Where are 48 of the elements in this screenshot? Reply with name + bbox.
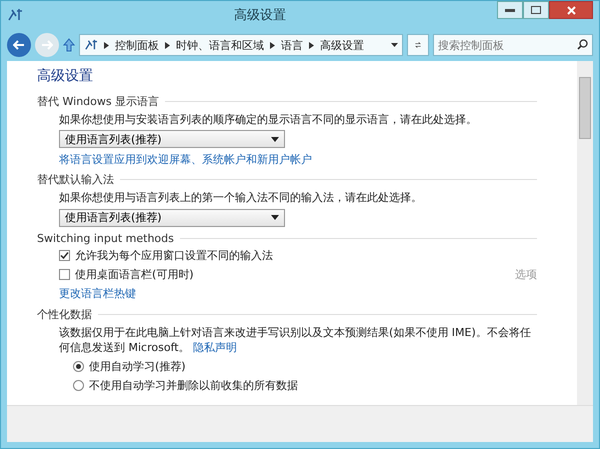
search-field[interactable]: 搜索控制面板 [433, 34, 593, 56]
scrollbar[interactable] [577, 61, 593, 405]
settings-link[interactable]: 将语言设置应用到欢迎屏幕、系统帐户和新用户帐户 [59, 152, 312, 167]
chevron-icon [104, 42, 109, 48]
section-title: 替代默认输入法 [37, 172, 114, 188]
close-button[interactable] [549, 1, 593, 19]
checkbox-label: 使用桌面语言栏(可用时) [75, 267, 194, 282]
radio-button[interactable] [73, 361, 84, 372]
close-icon [566, 6, 576, 14]
checkbox-label: 允许我为每个应用窗口设置不同的输入法 [75, 248, 273, 264]
address-bar[interactable]: 控制面板 时钟、语言和区域 语言 高级设置 [79, 34, 403, 56]
description-text: 该数据仅用于在此电脑上针对语言来改进手写识别以及文本预测结果(如果不使用 IME)。不会将任何信息发送到 Microsoft。 隐私声明 [58, 324, 532, 356]
settings-link[interactable]: 更改语言栏热键 [59, 286, 136, 302]
forward-arrow-icon [41, 40, 53, 50]
refresh-icon [414, 40, 422, 50]
section-title: 个性化数据 [37, 306, 92, 322]
back-button[interactable] [7, 33, 31, 57]
section-title: 替代 Windows 显示语言 [37, 94, 160, 109]
chevron-icon [309, 42, 314, 48]
checkbox[interactable] [59, 269, 70, 280]
radio-button[interactable] [73, 380, 84, 392]
minimize-icon [505, 8, 515, 12]
language-dropdown[interactable]: 使用语言列表(推荐) [59, 130, 285, 148]
back-arrow-icon [13, 40, 25, 50]
description-text: 如果你想使用与语言列表上的第一个输入法不同的输入法，请在此处选择。 [58, 190, 423, 206]
privacy-link[interactable]: 隐私声明 [190, 341, 238, 354]
radio-label: 使用自动学习(推荐) [89, 359, 186, 374]
page-heading: 高级设置 [37, 67, 94, 85]
language-dropdown[interactable]: 使用语言列表(推荐) [59, 208, 285, 227]
breadcrumb-item[interactable]: 时钟、语言和区域 [176, 38, 264, 52]
maximize-button[interactable] [523, 1, 549, 19]
maximize-icon [531, 6, 541, 14]
description-text: 如果你想使用与安装语言列表的顺序确定的显示语言不同的显示语言，请在此处选择。 [58, 112, 478, 128]
breadcrumb-item[interactable]: 语言 [281, 38, 303, 52]
section-title: Switching input methods [37, 232, 174, 245]
dropdown-arrow-icon[interactable] [391, 43, 398, 47]
search-icon [577, 39, 588, 50]
chevron-icon [270, 42, 275, 48]
chevron-icon [165, 42, 170, 48]
window-title: 高级设置 [233, 7, 287, 24]
radio-label: 不使用自动学习并删除以前收集的所有数据 [89, 378, 298, 394]
minimize-button[interactable] [497, 1, 523, 19]
breadcrumb-item[interactable]: 高级设置 [320, 38, 364, 52]
breadcrumb-item[interactable]: 控制面板 [115, 38, 159, 52]
dropdown-arrow-icon [271, 215, 279, 220]
checkbox[interactable] [59, 250, 70, 262]
up-arrow-icon[interactable] [63, 38, 75, 52]
dropdown-arrow-icon [271, 136, 279, 142]
